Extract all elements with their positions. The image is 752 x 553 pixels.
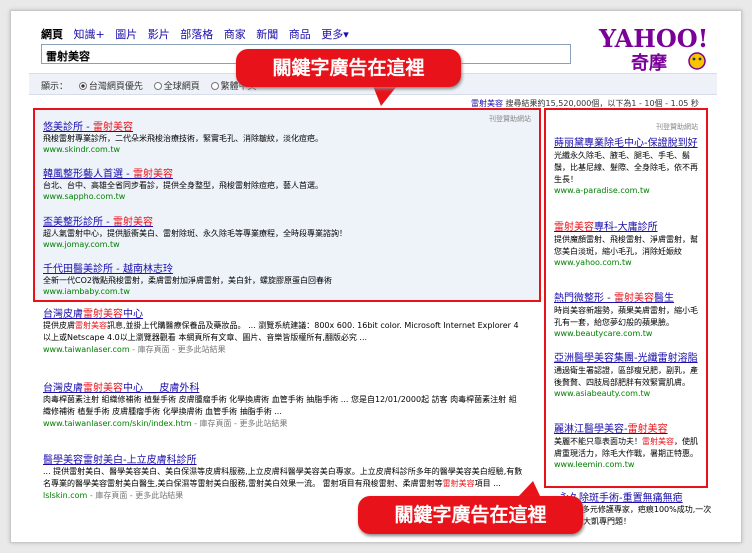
tab-more[interactable]: 更多▾	[321, 28, 349, 41]
left-sponsored-ads: 刊登贊助網站 悠美診所 - 雷射美容 飛梭雷射專業診所，二代朵米飛梭治療技術，緊…	[33, 108, 541, 302]
ad-desc: 通過衛生署認證，區部瘦兒肥，副乳，產後贅贅、四肢局部肥胖有效緊實肌膚。	[554, 366, 698, 387]
highlighted-term: 雷射美容	[83, 383, 123, 394]
right-bottom-ad: 永久除斑手術-重置無痛無疤 100%多元修護專家，疤痕100%成功,一次針對打大…	[559, 489, 719, 528]
result-desc: 肉毒桿菌素注射 組織修補術 植髮手術 皮膚腫瘤手術 化學換膚術 血管手術 抽脂手…	[43, 395, 517, 416]
result-url-line: www.taiwanlaser.com - 庫存頁面 - 更多此站結果	[43, 344, 523, 355]
result-count-query: 雷射美容	[471, 99, 503, 108]
result-url[interactable]: www.taiwanlaser.com	[43, 345, 130, 354]
tab-shopping[interactable]: 商品	[289, 28, 311, 41]
tab-web[interactable]: 網頁	[41, 28, 63, 41]
right-sponsored-ads: 刊登贊助網站 蒔丽黛專業除毛中心-保證脫到好 光纖永久除毛、腋毛、腿毛、手毛、鬍…	[544, 108, 708, 488]
ad-url[interactable]: www.yahoo.com.tw	[554, 258, 704, 267]
sponsored-ad: 麗淋江醫學美容-雷射美容 美麗不能只靠表面功夫！雷射美容，使肌膚重現活力，除毛大…	[554, 424, 704, 469]
tab-blog[interactable]: 部落格	[180, 28, 213, 41]
ad-title[interactable]: 亞洲醫學美容集團-光纖雷射溶脂	[554, 353, 704, 365]
ad-title[interactable]: 悠美診所 - 雷射美容	[43, 118, 533, 133]
highlighted-term: 雷射美容	[613, 293, 654, 304]
ad-desc: 超人氣雷射中心，提供脈衝美白、雷射除斑、永久除毛等專業療程，全時段專業諮詢！	[43, 229, 347, 238]
ad-desc: 飛梭雷射專業診所，二代朵米飛梭治療技術，緊實毛孔、消除皺紋，淡化痘疤。	[43, 134, 323, 143]
sponsored-ad: 韓風整形藝人首選 - 雷射美容 台北、台中、高雄全省同步看診，提供全身整型，飛梭…	[43, 165, 533, 201]
highlighted-term: 雷射美容	[92, 122, 133, 133]
ad-title[interactable]: 蒔丽黛專業除毛中心-保證脫到好	[554, 138, 704, 150]
ad-title[interactable]: 永久除斑手術-重置無痛無疤	[559, 489, 719, 504]
sponsored-ad: 熱門微整形 - 雷射美容醫生 時尚美容新趨勢，蘋果美膚雷射，縮小毛孔有一套，給您…	[554, 293, 704, 338]
result-title[interactable]: 醫學美容雷射美白-上立皮膚科診所	[43, 451, 523, 466]
search-result: 台灣皮膚雷射美容中心 提供皮膚雷射美容訊息,並掛上代購醫療保養品及藥妝品。 ..…	[43, 305, 523, 355]
ad-url[interactable]: www.a-paradise.com.tw	[554, 186, 704, 195]
radio-taiwan-label[interactable]: 台灣網頁優先	[89, 82, 143, 92]
ad-title[interactable]: 韓風整形藝人首選 - 雷射美容	[43, 165, 533, 180]
highlighted-term: 雷射美容	[83, 309, 123, 320]
yahoo-logo[interactable]: YAHOO! 奇摩	[591, 23, 716, 74]
tab-news[interactable]: 新聞	[256, 28, 278, 41]
highlighted-term: 雷射美容	[132, 169, 173, 180]
sponsored-ad: 悠美診所 - 雷射美容 飛梭雷射專業診所，二代朵米飛梭治療技術，緊實毛孔、消除皺…	[43, 118, 533, 154]
sponsored-ad: 亞洲醫學美容集團-光纖雷射溶脂 通過衛生署認證，區部瘦兒肥，副乳，產後贅贅、四肢…	[554, 353, 704, 398]
logo-face-icon	[688, 52, 706, 70]
ad-title[interactable]: 盃美整形診所 - 雷射美容	[43, 213, 533, 228]
ad-url[interactable]: www.skindr.com.tw	[43, 145, 533, 154]
result-desc: 提供皮膚雷射美容訊息,並掛上代購醫療保養品及藥妝品。 ... 瀏覽系統建議：80…	[43, 321, 519, 342]
ad-desc: 全新一代CO2微點飛梭雷射，柔膚雷射加淨膚雷射，美白針，螺旋膠原蛋白回春術	[43, 276, 332, 285]
ad-url[interactable]: www.leemin.com.tw	[554, 460, 704, 469]
ad-url[interactable]: www.jomay.com.tw	[43, 240, 533, 249]
ad-desc: 時尚美容新趨勢，蘋果美膚雷射，縮小毛孔有一套，給您夢幻般的蘋果臉。	[554, 306, 698, 327]
search-result: 台灣皮膚雷射美容中心 __ 皮膚外科 肉毒桿菌素注射 組織修補術 植髮手術 皮膚…	[43, 379, 523, 429]
highlighted-term: 雷射美容	[554, 222, 594, 233]
tab-local[interactable]: 商家	[224, 28, 246, 41]
ad-desc: 提供魔顏雷射、飛梭雷射、淨膚雷射，幫您美白淡斑，縮小毛孔，消除妊娠紋	[554, 235, 698, 256]
ad-desc: 光纖永久除毛、腋毛、腿毛、手毛、鬍鬚，比基尼線、髮際、全身除毛，依不再生長！	[554, 151, 698, 184]
screenshot-frame: 網頁 知識+ 圖片 影片 部落格 商家 新聞 商品 更多▾ 雷射美容 YAHOO…	[10, 10, 742, 543]
result-url-line: www.taiwanlaser.com/skin/index.htm - 庫存頁…	[43, 418, 523, 429]
ad-title[interactable]: 雷射美容專科-大庸診所	[554, 222, 704, 234]
highlighted-term: 雷射美容	[627, 424, 668, 435]
highlighted-term: 雷射美容	[642, 437, 674, 446]
result-links[interactable]: - 庫存頁面 - 更多此站結果	[132, 345, 225, 354]
ad-url[interactable]: www.beautycare.com.tw	[554, 329, 704, 338]
ad-url[interactable]: www.sappho.com.tw	[43, 192, 533, 201]
result-links[interactable]: - 庫存頁面 - 更多此站結果	[90, 491, 183, 500]
sponsor-label: 刊登贊助網站	[656, 123, 698, 131]
result-url[interactable]: www.taiwanlaser.com/skin/index.htm	[43, 419, 192, 428]
ad-url[interactable]: www.asiabeauty.com.tw	[554, 389, 704, 398]
search-result: 醫學美容雷射美白-上立皮膚科診所 ... 提供雷射美白、醫學美容美白、美白保濕等…	[43, 451, 523, 501]
result-desc: ... 提供雷射美白、醫學美容美白、美白保濕等皮膚科服務,上立皮膚科醫學美容美白…	[43, 467, 523, 488]
result-links[interactable]: - 庫存頁面 - 更多此站結果	[194, 419, 287, 428]
callout-pointer	[373, 86, 397, 106]
ad-url[interactable]: www.iambaby.com.tw	[43, 287, 533, 296]
ad-title[interactable]: 熱門微整形 - 雷射美容醫生	[554, 293, 704, 305]
keyword-ad-callout-top: 關鍵字廣告在這裡	[236, 49, 461, 87]
highlighted-term: 雷射美容	[75, 321, 107, 330]
ad-desc: 100%多元修護專家，疤痕100%成功,一次針對打大凱專門題！	[559, 505, 712, 526]
logo-subtext: 奇摩	[631, 52, 667, 73]
ad-title[interactable]: 千代田醫美診所 - 越南林志玲	[43, 260, 533, 275]
tab-knowledge[interactable]: 知識+	[74, 28, 105, 41]
search-tabs: 網頁 知識+ 圖片 影片 部落格 商家 新聞 商品 更多▾	[41, 26, 356, 42]
result-url[interactable]: lslskin.com	[43, 491, 87, 500]
sponsored-ad: 盃美整形診所 - 雷射美容 超人氣雷射中心，提供脈衝美白、雷射除斑、永久除毛等專…	[43, 213, 533, 249]
result-title[interactable]: 台灣皮膚雷射美容中心 __ 皮膚外科	[43, 379, 523, 394]
ad-desc: 台北、台中、高雄全省同步看診，提供全身整型，飛梭雷射除痘疤，藝人首選。	[43, 181, 323, 190]
radio-taiwan[interactable]	[78, 82, 87, 90]
keyword-ad-callout-bottom: 關鍵字廣告在這裡	[358, 496, 583, 534]
radio-global[interactable]	[153, 82, 162, 90]
result-title[interactable]: 台灣皮膚雷射美容中心	[43, 305, 523, 320]
sponsored-ad: 雷射美容專科-大庸診所 提供魔顏雷射、飛梭雷射、淨膚雷射，幫您美白淡斑，縮小毛孔…	[554, 222, 704, 267]
sponsored-ad: 千代田醫美診所 - 越南林志玲 全新一代CO2微點飛梭雷射，柔膚雷射加淨膚雷射，…	[43, 260, 533, 296]
radio-traditional[interactable]	[210, 82, 219, 90]
filter-label: 顯示：	[41, 82, 69, 92]
ad-desc: 美麗不能只靠表面功夫！雷射美容，使肌膚重現活力，除毛大作戰，暑期正特惠。	[554, 437, 698, 458]
sponsored-ad: 蒔丽黛專業除毛中心-保證脫到好 光纖永久除毛、腋毛、腿毛、手毛、鬍鬚，比基尼線、…	[554, 138, 704, 195]
highlighted-term: 雷射美容	[112, 217, 153, 228]
highlighted-term: 雷射美容	[442, 479, 475, 488]
tab-video[interactable]: 影片	[148, 28, 170, 41]
ad-title[interactable]: 麗淋江醫學美容-雷射美容	[554, 424, 704, 436]
radio-global-label[interactable]: 全球網頁	[164, 82, 200, 92]
result-count-text: 搜尋結果約15,520,000個，以下為1 - 10個 - 1.05 秒	[505, 99, 699, 108]
tab-images[interactable]: 圖片	[115, 28, 137, 41]
logo-text: YAHOO!	[598, 24, 708, 53]
